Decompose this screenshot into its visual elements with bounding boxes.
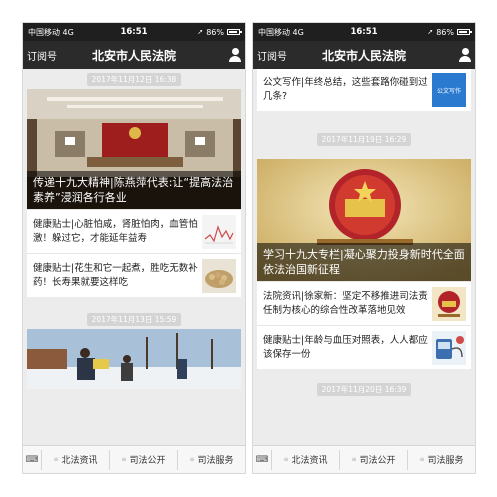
timestamp: 2017年11月19日 16:29 [253, 129, 475, 149]
timestamp: 2017年11月12日 16:38 [23, 69, 245, 89]
list-item[interactable]: 健康贴士|心脏怕咸，肾脏怕肉，血管怕激！躲过它，才能延年益寿 [27, 209, 241, 253]
menu-tab[interactable]: ≡ 司法服务 [407, 449, 475, 470]
item-headline: 健康贴士|心脏怕咸，肾脏怕肉，血管怕激！躲过它，才能延年益寿 [33, 218, 198, 244]
timestamp: 2017年11月13日 15:59 [23, 309, 245, 329]
snow-scene-photo [27, 329, 241, 389]
menu-tab[interactable]: ≡ 北法资讯 [41, 449, 109, 470]
battery-percent: 86% [206, 27, 224, 37]
item-headline: 健康贴士|年龄与血压对照表，人人都应该保存一份 [263, 334, 428, 360]
nav-bar: 订阅号 北安市人民法院 [253, 41, 475, 69]
list-item[interactable]: 法院资讯|徐家新：坚定不移推进司法责任制为核心的综合性改革落地见效 [257, 281, 471, 325]
bottom-menu: ⌨ ≡ 北法资讯 ≡ 司法公开 ≡ 司法服务 [253, 445, 475, 473]
keyboard-icon[interactable]: ⌨ [23, 455, 41, 465]
screenshot-collage: 中国移动 4G 16:51 ➚ 86% 订阅号 北安市人民法院 2017年11月… [0, 0, 497, 497]
subscriptions-back-link[interactable]: 订阅号 [253, 48, 287, 63]
bottom-menu: ⌨ ≡ 北法资讯 ≡ 司法公开 ≡ 司法服务 [23, 445, 245, 473]
menu-icon: ≡ [283, 456, 289, 463]
article-card [27, 329, 241, 389]
peanuts-thumbnail [202, 258, 236, 293]
hero-headline: 学习十九大专栏|凝心聚力投身新时代全面依法治国新征程 [257, 243, 471, 281]
carrier-label: 中国移动 4G [258, 27, 304, 37]
hero-article[interactable]: 学习十九大专栏|凝心聚力投身新时代全面依法治国新征程 [257, 159, 471, 281]
list-item[interactable]: 公文写作|年终总结，这些套路你碰到过几条? 公文写作 [257, 69, 471, 111]
phone-screen-left: 中国移动 4G 16:51 ➚ 86% 订阅号 北安市人民法院 2017年11月… [22, 22, 246, 474]
chart-thumbnail [202, 214, 236, 249]
menu-tab[interactable]: ≡ 司法公开 [109, 449, 177, 470]
item-headline: 健康贴士|花生和它一起煮，胜吃无数补药！长寿果就要这样吃 [33, 262, 198, 288]
menu-icon: ≡ [53, 456, 59, 463]
hero-article[interactable]: 传递十九大精神|陈燕萍代表:让“提高法治素养”浸润各行各业 [27, 89, 241, 209]
battery-percent: 86% [436, 27, 454, 37]
battery-icon [457, 29, 472, 35]
hero-headline: 传递十九大精神|陈燕萍代表:让“提高法治素养”浸润各行各业 [27, 171, 241, 209]
subscriptions-back-link[interactable]: 订阅号 [23, 48, 57, 63]
menu-icon: ≡ [189, 456, 195, 463]
blood-pressure-thumbnail [432, 330, 466, 365]
nav-bar: 订阅号 北安市人民法院 [23, 41, 245, 69]
carrier-label: 中国移动 4G [28, 27, 74, 37]
status-bar: 中国移动 4G 16:51 ➚ 86% [23, 23, 245, 41]
court-emblem-thumbnail [432, 286, 466, 321]
profile-icon[interactable] [459, 48, 471, 62]
location-arrow-icon: ➚ [197, 28, 204, 36]
item-headline: 公文写作|年终总结，这些套路你碰到过几条? [263, 77, 428, 102]
article-card: 传递十九大精神|陈燕萍代表:让“提高法治素养”浸润各行各业 健康贴士|心脏怕咸，… [27, 89, 241, 297]
phone-screen-right: 中国移动 4G 16:51 ➚ 86% 订阅号 北安市人民法院 公文写作|年终总… [252, 22, 476, 474]
list-item[interactable]: 健康贴士|花生和它一起煮，胜吃无数补药！长寿果就要这样吃 [27, 253, 241, 297]
article-card: 公文写作|年终总结，这些套路你碰到过几条? 公文写作 [257, 69, 471, 111]
list-item[interactable]: 健康贴士|年龄与血压对照表，人人都应该保存一份 [257, 325, 471, 369]
menu-icon: ≡ [121, 456, 127, 463]
message-feed: 公文写作|年终总结，这些套路你碰到过几条? 公文写作 2017年11月19日 1… [253, 69, 475, 445]
message-feed: 2017年11月12日 16:38 传递十九大精神|陈燕萍代表:让“提高法治素养… [23, 69, 245, 445]
keyboard-icon[interactable]: ⌨ [253, 455, 271, 465]
menu-tab[interactable]: ≡ 司法公开 [339, 449, 407, 470]
menu-tab[interactable]: ≡ 北法资讯 [271, 449, 339, 470]
article-card: 学习十九大专栏|凝心聚力投身新时代全面依法治国新征程 法院资讯|徐家新：坚定不移… [257, 159, 471, 369]
location-arrow-icon: ➚ [427, 28, 434, 36]
battery-icon [227, 29, 242, 35]
document-writing-thumbnail: 公文写作 [432, 73, 466, 107]
menu-icon: ≡ [419, 456, 425, 463]
profile-icon[interactable] [229, 48, 241, 62]
timestamp: 2017年11月20日 16:39 [253, 379, 475, 399]
menu-tab[interactable]: ≡ 司法服务 [177, 449, 245, 470]
item-headline: 法院资讯|徐家新：坚定不移推进司法责任制为核心的综合性改革落地见效 [263, 290, 428, 316]
menu-icon: ≡ [351, 456, 357, 463]
status-bar: 中国移动 4G 16:51 ➚ 86% [253, 23, 475, 41]
hero-article[interactable] [27, 329, 241, 389]
